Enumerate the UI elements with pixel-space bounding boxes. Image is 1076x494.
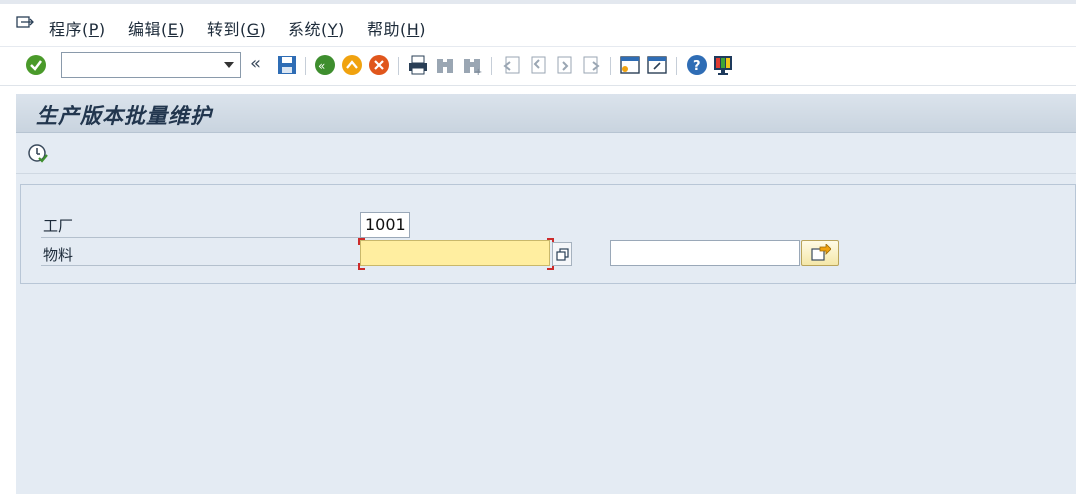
command-field[interactable] [61,52,241,78]
svg-text:?: ? [693,59,701,74]
row-divider [41,237,361,238]
layout-icon[interactable] [712,54,734,76]
separator [305,57,306,75]
material-from-field[interactable] [360,240,550,266]
main-area: 生产版本批量维护 工厂 1001 物料 [16,94,1076,494]
multiple-selection-button[interactable] [552,242,572,266]
plant-field[interactable]: 1001 [360,212,410,238]
material-label: 物料 [43,246,74,264]
arrow-right-icon [811,244,831,261]
multiple-selection-icon [556,248,569,261]
save-icon[interactable] [276,54,298,76]
enter-icon[interactable] [25,54,47,76]
shortcut-icon[interactable] [646,54,668,76]
required-corner [358,263,365,270]
selection-group: 工厂 1001 物料 [20,184,1076,284]
menu-help[interactable]: 帮助(H) [367,16,426,40]
help-icon[interactable]: ? [686,54,708,76]
menu-bar: 程序(P) 编辑(E) 转到(G) 系统(Y) 帮助(H) [0,0,1076,46]
back-icon[interactable]: « [314,54,336,76]
svg-text:+: + [474,67,482,76]
application-toolbar [16,133,1076,174]
find-icon[interactable] [434,54,456,76]
standard-toolbar: « « + ? [0,46,1076,86]
required-corner [358,238,365,245]
separator [676,57,677,75]
page-title: 生产版本批量维护 [36,103,212,128]
new-session-icon[interactable] [619,54,641,76]
menu-edit[interactable]: 编辑(E) [128,16,185,40]
prev-page-icon[interactable] [527,54,549,76]
more-options-button[interactable] [801,240,839,266]
plant-label: 工厂 [43,217,74,235]
menu-goto[interactable]: 转到(G) [207,16,266,40]
separator [610,57,611,75]
first-page-icon[interactable] [500,54,522,76]
menu-icon[interactable] [16,16,34,32]
find-next-icon[interactable]: + [461,54,483,76]
menu-system[interactable]: 系统(Y) [288,16,345,40]
svg-text:«: « [318,59,325,73]
row-divider [41,265,361,266]
material-to-field[interactable] [610,240,800,266]
chevron-down-icon[interactable] [224,62,234,68]
print-icon[interactable] [407,54,429,76]
collapse-icon[interactable]: « [250,53,261,74]
last-page-icon[interactable] [581,54,603,76]
separator [398,57,399,75]
title-bar: 生产版本批量维护 [16,94,1076,133]
exit-icon[interactable] [341,54,363,76]
command-input[interactable] [65,55,215,75]
menu-program[interactable]: 程序(P) [49,16,106,40]
cancel-icon[interactable] [368,54,390,76]
execute-icon[interactable] [27,143,49,165]
separator [491,57,492,75]
next-page-icon[interactable] [554,54,576,76]
